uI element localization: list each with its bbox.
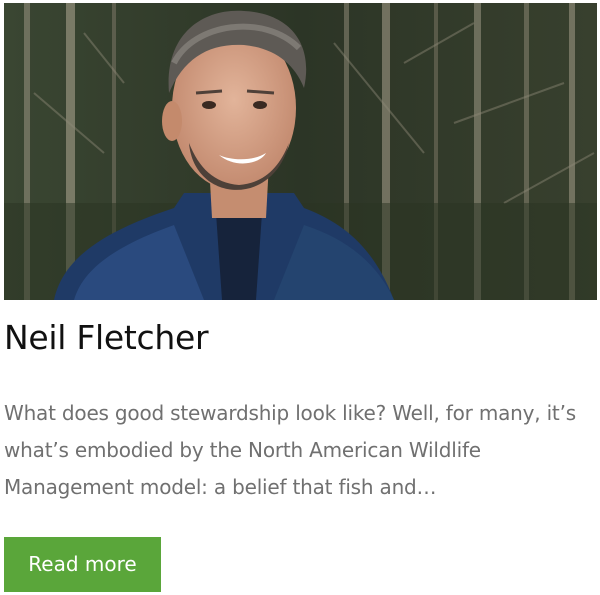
post-photo[interactable] (4, 3, 597, 300)
post-title[interactable]: Neil Fletcher (4, 316, 209, 360)
portrait-image (4, 3, 597, 300)
post-card: Neil Fletcher What does good stewardship… (0, 0, 600, 595)
read-more-button[interactable]: Read more (4, 537, 161, 592)
post-excerpt: What does good stewardship look like? We… (4, 401, 576, 499)
